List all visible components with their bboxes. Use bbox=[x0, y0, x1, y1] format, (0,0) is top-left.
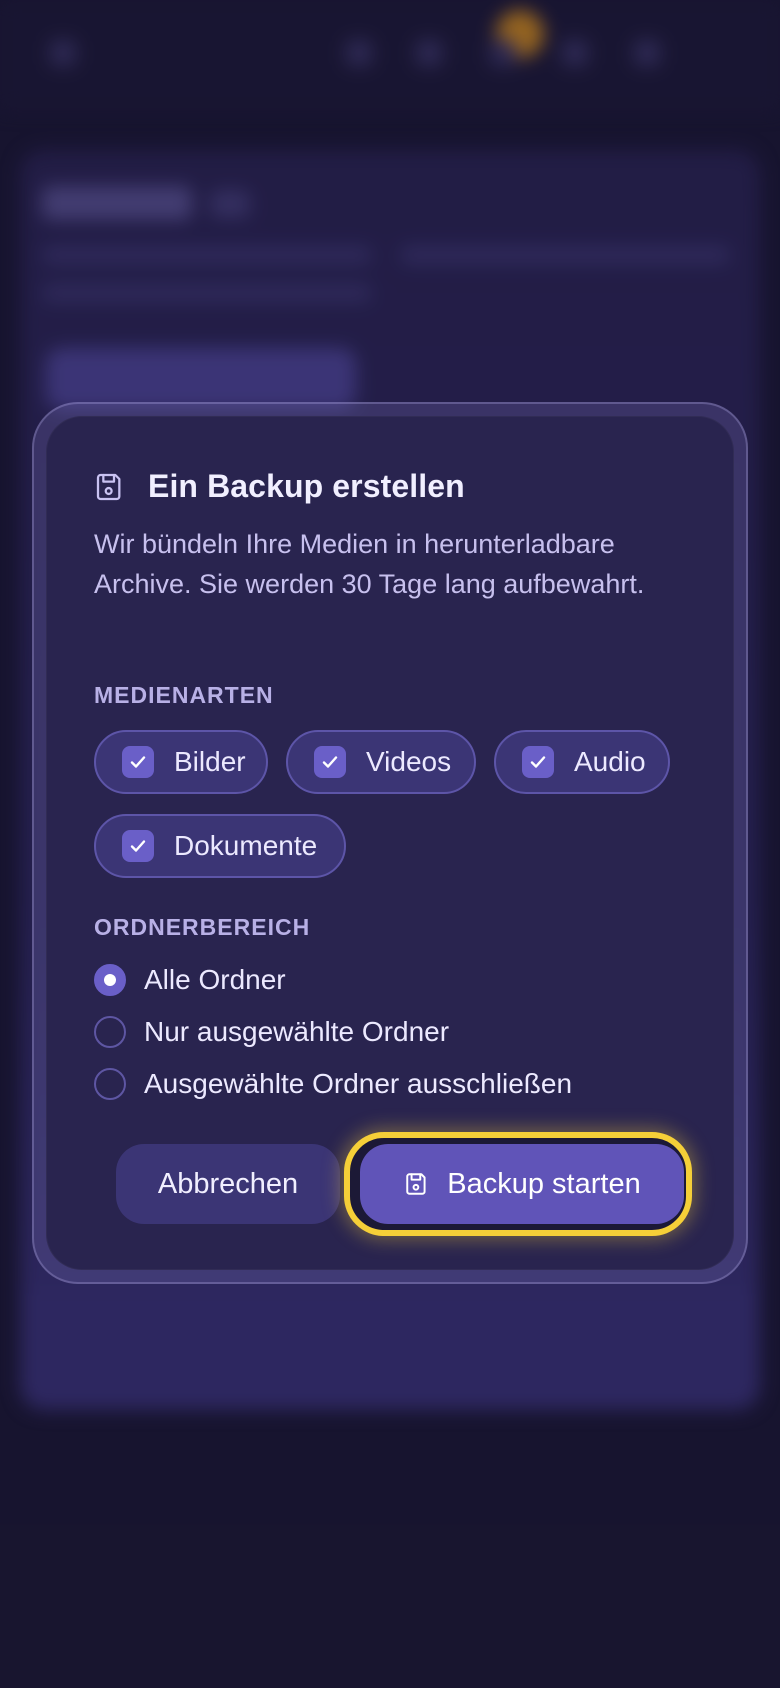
media-chip-label: Dokumente bbox=[174, 830, 318, 861]
dialog-description: Wir bündeln Ihre Medien in herunterladba… bbox=[94, 529, 645, 599]
cancel-button[interactable]: Abbrechen bbox=[116, 1144, 340, 1224]
checkbox-checked[interactable] bbox=[522, 746, 554, 778]
checkbox-checked[interactable] bbox=[122, 746, 154, 778]
radio-label: Alle Ordner bbox=[144, 964, 286, 995]
checkmark-icon bbox=[530, 756, 546, 768]
radio-selected[interactable] bbox=[94, 964, 126, 996]
save-disk-icon bbox=[403, 1170, 431, 1198]
radio-option-selected-folders[interactable]: Nur ausgewählte Ordner bbox=[94, 1016, 449, 1048]
folder-scope-label: ORDNERBEREICH bbox=[94, 914, 311, 940]
media-chip-bilder[interactable]: Bilder bbox=[94, 730, 268, 794]
checkbox-checked[interactable] bbox=[122, 830, 154, 862]
media-chip-videos[interactable]: Videos bbox=[286, 730, 476, 794]
backup-dialog: Ein Backup erstellen Wir bündeln Ihre Me… bbox=[46, 416, 734, 1270]
radio-unselected[interactable] bbox=[94, 1068, 126, 1100]
checkmark-icon bbox=[322, 756, 338, 768]
media-types-label: MEDIENARTEN bbox=[94, 682, 274, 708]
radio-option-all-folders[interactable]: Alle Ordner bbox=[94, 964, 286, 996]
radio-option-exclude-folders[interactable]: Ausgewählte Ordner ausschließen bbox=[94, 1068, 572, 1100]
start-backup-label: Backup starten bbox=[447, 1167, 641, 1200]
media-chip-dokumente[interactable]: Dokumente bbox=[94, 814, 346, 878]
media-chip-label: Audio bbox=[574, 746, 646, 777]
media-chip-label: Videos bbox=[366, 746, 452, 777]
checkmark-icon bbox=[130, 840, 146, 852]
save-disk-icon bbox=[94, 471, 126, 503]
checkbox-checked[interactable] bbox=[314, 746, 346, 778]
dialog-title: Ein Backup erstellen bbox=[148, 468, 465, 504]
radio-label: Ausgewählte Ordner ausschließen bbox=[144, 1068, 573, 1099]
dialog-header: Ein Backup erstellen bbox=[94, 468, 465, 505]
media-chip-label: Bilder bbox=[174, 746, 246, 777]
radio-label: Nur ausgewählte Ordner bbox=[144, 1016, 450, 1047]
media-chip-audio[interactable]: Audio bbox=[494, 730, 670, 794]
radio-unselected[interactable] bbox=[94, 1016, 126, 1048]
start-backup-button[interactable]: Backup starten bbox=[360, 1144, 684, 1224]
checkmark-icon bbox=[130, 756, 146, 768]
